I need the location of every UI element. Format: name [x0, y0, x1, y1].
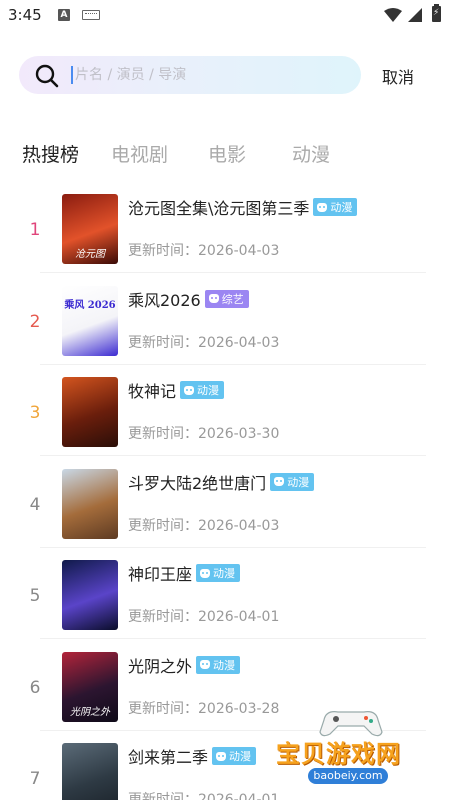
rank-number: 4 — [29, 494, 41, 515]
status-time: 3:45 — [8, 6, 42, 24]
badge-face-icon — [184, 385, 195, 395]
watermark-url: baobeiy.com — [308, 768, 388, 784]
show-title[interactable]: 牧神记 — [128, 378, 176, 402]
badge-face-icon — [200, 568, 211, 578]
update-time: 更新时间：2026-04-01 — [128, 606, 279, 626]
poster-image[interactable]: 光阴之外 — [62, 651, 118, 722]
category-badge: 动漫 — [180, 381, 225, 399]
tab-movies[interactable]: 电影 — [208, 140, 246, 167]
title-line: 剑来第二季 动漫 — [128, 744, 257, 768]
poster-image[interactable]: 乘风 2026 — [62, 285, 118, 356]
rank-number: 5 — [29, 586, 41, 606]
update-prefix: 更新时间： — [128, 426, 198, 442]
ranking-row[interactable]: 3 牧神记 动漫更新时间：2026-03-30 — [0, 365, 450, 456]
update-date: 2026-03-28 — [198, 700, 280, 717]
site-watermark-logo: 宝贝游戏网 baobeiy.com — [272, 706, 432, 794]
tab-anime[interactable]: 动漫 — [292, 140, 330, 167]
tab-tv-series[interactable]: 电视剧 — [111, 140, 168, 167]
update-prefix: 更新时间： — [128, 243, 198, 259]
update-date: 2026-04-03 — [198, 243, 280, 259]
title-line: 牧神记 动漫 — [128, 378, 225, 402]
title-line: 乘风2026 综艺 — [128, 288, 249, 310]
badge-face-icon — [274, 477, 285, 486]
badge-label: 动漫 — [287, 475, 310, 489]
keyboard-icon — [82, 10, 100, 20]
update-time: 更新时间：2026-04-03 — [128, 240, 279, 260]
poster-caption: 沧元图 — [75, 249, 105, 260]
search-icon — [35, 64, 59, 88]
update-date: 2026-03-30 — [198, 426, 280, 442]
rank-number: 6 — [29, 677, 41, 698]
show-title[interactable]: 剑来第二季 — [128, 744, 208, 768]
update-time: 更新时间：2026-03-30 — [128, 423, 279, 443]
show-title[interactable]: 沧元图全集\沧元图第三季 — [128, 195, 309, 219]
poster-image[interactable] — [62, 377, 118, 447]
status-bar: 3:45 A ⚡ — [0, 0, 450, 32]
ranking-row[interactable]: 4 斗罗大陆2绝世唐门 动漫更新时间：2026-04-03 — [0, 457, 450, 548]
category-tabs: 热搜榜 电视剧 电影 动漫 — [22, 140, 442, 170]
show-title[interactable]: 乘风2026 — [128, 287, 201, 311]
category-badge: 综艺 — [204, 289, 249, 308]
badge-label: 动漫 — [213, 567, 236, 580]
show-title[interactable]: 斗罗大陆2绝世唐门 — [128, 470, 266, 494]
update-prefix: 更新时间： — [128, 700, 198, 717]
poster-image[interactable] — [62, 468, 118, 539]
poster-image[interactable] — [62, 560, 118, 630]
ranking-row[interactable]: 2 乘风 2026 乘风2026 综艺更新时间：2026-04-03 — [0, 274, 450, 365]
rank-number: 7 — [29, 769, 41, 789]
poster-caption: 光阴之外 — [70, 706, 110, 718]
badge-face-icon — [208, 294, 219, 303]
ranking-row[interactable]: 1 沧元图 沧元图全集\沧元图第三季 动漫更新时间：2026-04-03 — [0, 182, 450, 273]
update-prefix: 更新时间： — [128, 792, 198, 800]
category-badge: 动漫 — [196, 655, 241, 674]
category-badge: 动漫 — [270, 472, 315, 491]
title-line: 斗罗大陆2绝世唐门 动漫 — [128, 470, 315, 494]
title-line: 神印王座 动漫 — [128, 561, 241, 585]
update-prefix: 更新时间： — [128, 517, 198, 534]
search-input[interactable] — [75, 56, 345, 94]
rank-number: 2 — [29, 311, 41, 332]
rank-number: 1 — [29, 220, 41, 240]
show-title[interactable]: 光阴之外 — [128, 653, 192, 677]
update-time: 更新时间：2026-04-03 — [128, 515, 279, 535]
cancel-button[interactable]: 取消 — [382, 64, 414, 88]
category-badge: 动漫 — [212, 747, 257, 765]
update-date: 2026-04-01 — [198, 609, 280, 625]
update-prefix: 更新时间： — [128, 334, 198, 351]
category-badge: 动漫 — [196, 564, 241, 582]
badge-face-icon — [317, 202, 328, 212]
update-time: 更新时间：2026-04-03 — [128, 332, 279, 352]
update-date: 2026-04-01 — [198, 792, 280, 800]
update-date: 2026-04-03 — [198, 517, 280, 534]
wifi-icon — [384, 8, 402, 22]
update-date: 2026-04-03 — [198, 334, 280, 351]
badge-face-icon — [216, 751, 227, 761]
poster-caption: 乘风 2026 — [64, 299, 116, 311]
battery-charging-icon: ⚡ — [432, 4, 441, 22]
update-prefix: 更新时间： — [128, 609, 198, 625]
badge-face-icon — [200, 660, 211, 669]
badge-label: 动漫 — [213, 658, 236, 672]
text-cursor — [71, 66, 73, 84]
title-line: 沧元图全集\沧元图第三季 动漫 — [128, 195, 358, 219]
badge-label: 动漫 — [229, 750, 252, 763]
a-icon: A — [58, 9, 70, 21]
poster-image[interactable]: 沧元图 — [62, 194, 118, 264]
poster-image[interactable] — [62, 743, 118, 800]
badge-label: 动漫 — [330, 201, 353, 214]
search-box[interactable] — [19, 56, 361, 94]
category-badge: 动漫 — [313, 198, 358, 216]
title-line: 光阴之外 动漫 — [128, 653, 241, 677]
rank-number: 3 — [29, 403, 41, 423]
tab-hot-search[interactable]: 热搜榜 — [22, 140, 79, 167]
watermark-text: 宝贝游戏网 — [276, 740, 401, 768]
badge-label: 综艺 — [221, 292, 244, 306]
ranking-row[interactable]: 5 神印王座 动漫更新时间：2026-04-01 — [0, 548, 450, 639]
badge-label: 动漫 — [197, 384, 220, 397]
update-time: 更新时间：2026-04-01 — [128, 789, 279, 800]
signal-icon — [408, 8, 422, 22]
show-title[interactable]: 神印王座 — [128, 561, 192, 585]
update-time: 更新时间：2026-03-28 — [128, 698, 279, 718]
